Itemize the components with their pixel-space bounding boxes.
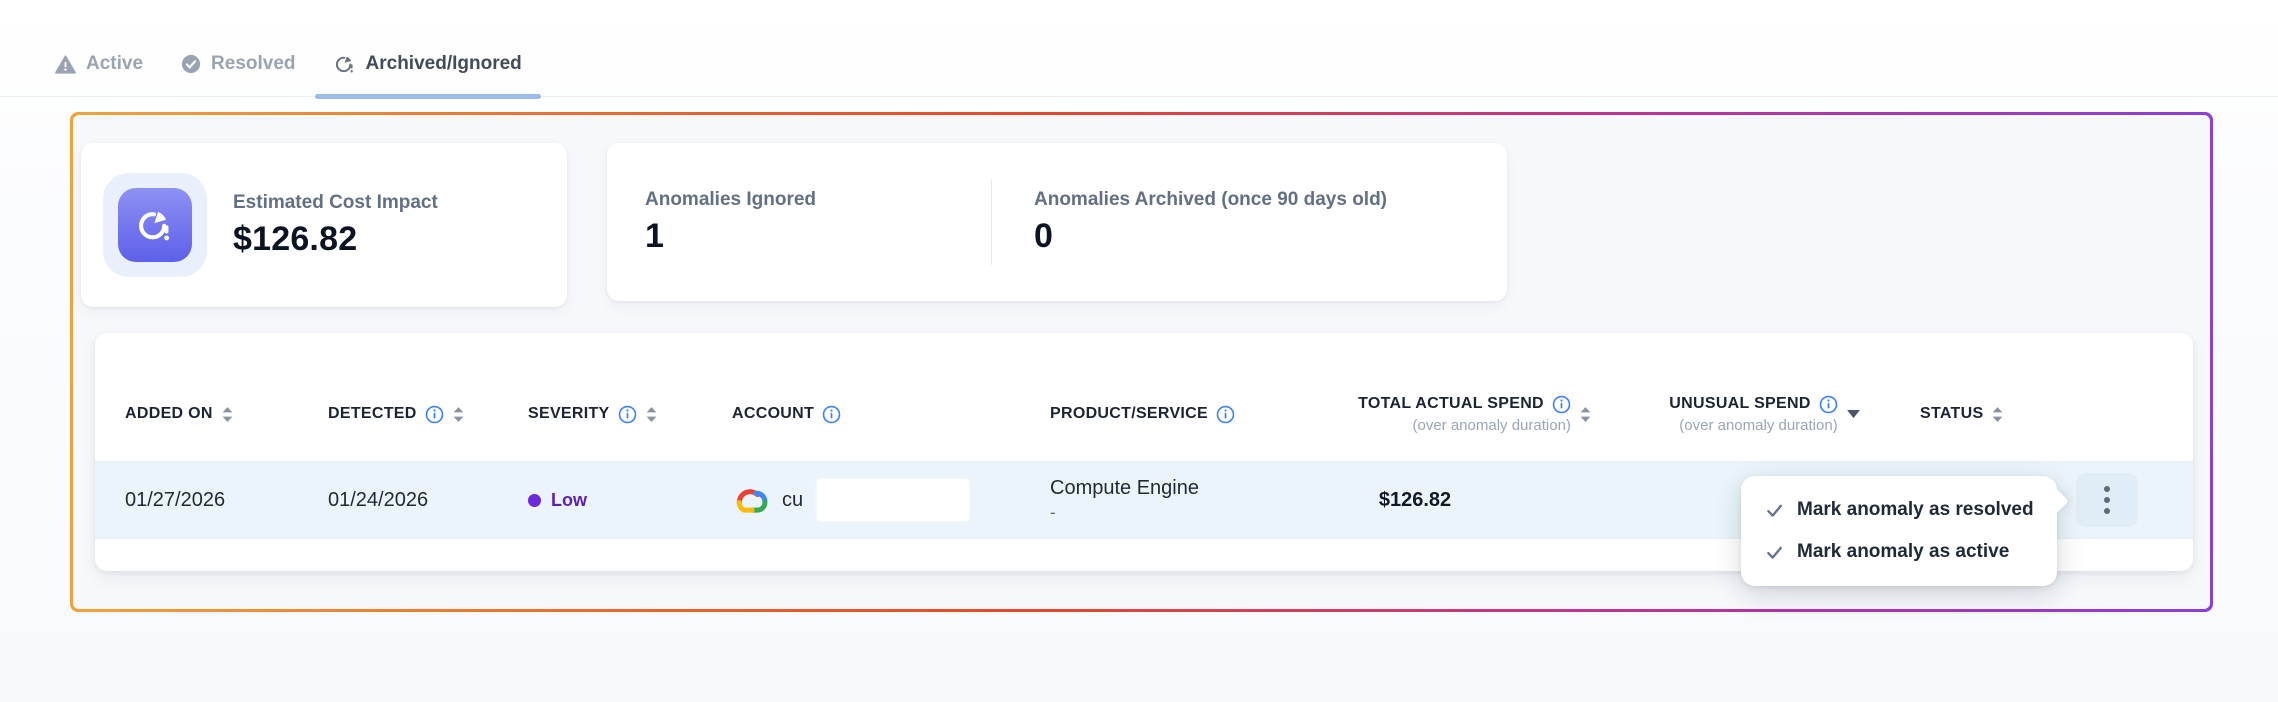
column-header-account: ACCOUNT [732,405,1050,424]
cost-impact-icon-halo [103,173,207,277]
column-header-added-on: ADDED ON [125,405,328,423]
card-divider [991,179,992,265]
menu-item-mark-resolved[interactable]: Mark anomaly as resolved [1741,489,2057,531]
column-label: STATUS [1920,405,1983,423]
account-cell: cu [732,479,1050,521]
column-label: ADDED ON [125,405,213,423]
tab-archived-ignored[interactable]: Archived/Ignored [315,32,541,96]
added-on-cell: 01/27/2026 [125,489,328,512]
product-name: Compute Engine [1050,477,1330,500]
menu-item-label: Mark anomaly as active [1797,541,2009,563]
severity-cell: Low [528,490,732,511]
severity-label: Low [551,490,587,511]
estimated-cost-impact-card: Estimated Cost Impact $126.82 [81,143,567,307]
warning-triangle-icon [55,55,76,74]
row-actions-menu-button[interactable] [2076,473,2138,527]
anomalies-page: Active Resolved Archived/Ignored [0,0,2278,702]
menu-item-mark-active[interactable]: Mark anomaly as active [1741,531,2057,573]
check-icon [1765,543,1784,562]
tab-label: Resolved [211,53,295,75]
archived-count-value: 0 [1034,217,1387,256]
cost-impact-value: $126.82 [233,220,438,259]
account-name-prefix: cu [782,489,803,512]
column-label: UNUSUAL SPEND [1669,395,1810,413]
info-icon[interactable] [618,405,637,424]
info-icon[interactable] [822,405,841,424]
anomaly-pie-icon [118,188,192,262]
sort-icon[interactable] [1579,406,1592,423]
column-label: PRODUCT/SERVICE [1050,405,1208,423]
total-actual-spend-cell: $126.82 [1330,489,1620,512]
menu-item-label: Mark anomaly as resolved [1797,499,2034,521]
column-sublabel: (over anomaly duration) [1413,417,1571,434]
row-actions-dropdown: Mark anomaly as resolved Mark anomaly as… [1741,476,2057,586]
google-cloud-icon [732,485,770,516]
sort-icon[interactable] [645,406,658,423]
tab-resolved[interactable]: Resolved [162,32,314,96]
sort-icon[interactable] [452,406,465,423]
column-header-unusual-spend: UNUSUAL SPEND (over anomaly duration) [1620,395,1910,434]
check-circle-icon [181,54,201,74]
column-header-status: STATUS [1910,405,2045,423]
table-header-row: ADDED ON DETECTED [95,333,2193,461]
archived-count-label: Anomalies Archived (once 90 days old) [1034,189,1387,211]
tab-active[interactable]: Active [36,32,162,96]
tab-label: Active [86,53,143,75]
column-header-severity: SEVERITY [528,405,732,424]
info-icon[interactable] [425,405,444,424]
product-subtext: - [1050,503,1330,523]
product-service-cell: Compute Engine - [1050,477,1330,523]
column-header-total-actual-spend: TOTAL ACTUAL SPEND (over anomaly duratio… [1330,395,1620,434]
anomaly-status-tabs: Active Resolved Archived/Ignored [0,0,2278,97]
ignored-count-value: 1 [645,217,991,256]
severity-dot [528,494,541,507]
sort-icon[interactable] [221,406,234,423]
sort-icon[interactable] [1991,406,2004,423]
kebab-menu-icon [2103,484,2111,516]
column-header-detected: DETECTED [328,405,528,424]
sort-desc-caret-icon[interactable] [1846,409,1861,419]
cost-impact-label: Estimated Cost Impact [233,192,438,214]
column-label: TOTAL ACTUAL SPEND [1358,395,1544,413]
ignored-count-label: Anomalies Ignored [645,189,991,211]
column-label: ACCOUNT [732,405,814,423]
info-icon[interactable] [1819,395,1838,414]
check-icon [1765,501,1784,520]
info-icon[interactable] [1216,405,1235,424]
column-sublabel: (over anomaly duration) [1679,417,1837,434]
account-name-redacted [817,479,969,521]
anomaly-counts-card: Anomalies Ignored 1 Anomalies Archived (… [607,143,1507,301]
column-label: DETECTED [328,405,417,423]
info-icon[interactable] [1552,395,1571,414]
tab-label: Archived/Ignored [366,53,522,75]
detected-cell: 01/24/2026 [328,489,528,512]
column-header-product-service: PRODUCT/SERVICE [1050,405,1330,424]
anomaly-arc-icon [334,53,356,75]
column-label: SEVERITY [528,405,610,423]
